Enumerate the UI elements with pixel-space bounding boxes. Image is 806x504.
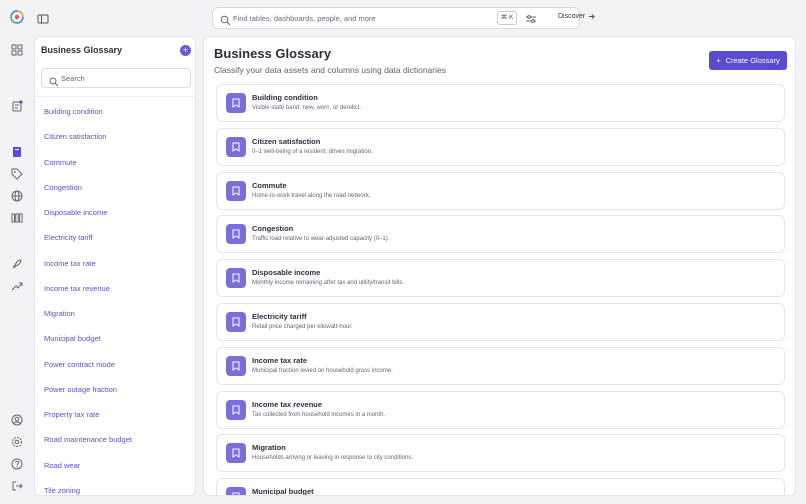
glossary-card[interactable]: Congestion Traffic load relative to wear…: [216, 215, 785, 254]
arrow-right-icon: [588, 13, 595, 20]
glossary-card[interactable]: Income tax revenue Tax collected from ho…: [216, 390, 785, 429]
glossary-card-name: Congestion: [252, 224, 294, 234]
glossary-book-icon: [226, 224, 246, 245]
glossary-list-item[interactable]: Citizen satisfaction: [35, 124, 195, 149]
glossary-search-input[interactable]: [61, 71, 181, 85]
user-circle-icon[interactable]: [11, 414, 23, 426]
glossary-card[interactable]: Disposable income Monthly income remaini…: [216, 259, 785, 298]
add-glossary-button[interactable]: +: [180, 45, 191, 56]
plus-icon: +: [716, 56, 721, 65]
glossary-card-list: Building condition Visible state band: n…: [216, 84, 785, 496]
glossary-list-item[interactable]: Income tax rate: [35, 251, 195, 276]
glossary-card-name: Citizen satisfaction: [252, 136, 321, 146]
plus-icon: +: [182, 45, 189, 55]
glossary-book-icon: [226, 93, 246, 113]
glossary-card-name: Migration: [252, 443, 286, 453]
glossary-card[interactable]: Electricity tariff Retail price charged …: [216, 302, 785, 341]
top-bar: ⌘ K Discover: [34, 0, 806, 36]
glossary-card[interactable]: Citizen satisfaction 0–1 well-being of a…: [216, 127, 785, 166]
glossary-card-description: Visible state band: new, worn, or dereli…: [252, 105, 361, 111]
glossary-list-item[interactable]: Migration: [35, 301, 195, 326]
glossary-list-item[interactable]: Commute: [35, 150, 195, 175]
sidebar-toggle-icon[interactable]: [37, 12, 49, 24]
glossary-card[interactable]: Building condition Visible state band: n…: [216, 84, 785, 122]
glossary-card-description: Traffic load relative to wear-adjusted c…: [252, 236, 390, 243]
glossary-card-description: 0–1 well-being of a resident; drives mig…: [252, 148, 373, 155]
glossary-card-description: Tax collected from household incomes in …: [252, 411, 386, 418]
columns-icon[interactable]: [11, 212, 23, 224]
glossary-list-item[interactable]: Municipal budget: [35, 326, 195, 351]
glossary-card-name: Municipal budget: [252, 487, 314, 496]
divider: [35, 96, 195, 97]
glossary-list-item[interactable]: Income tax revenue: [35, 276, 195, 301]
glossary-list-item[interactable]: Power contract mode: [35, 352, 195, 377]
glossary-list-item[interactable]: Property tax rate: [35, 402, 195, 427]
left-rail: [0, 0, 34, 504]
glossary-card-name: Building condition: [252, 93, 318, 102]
filter-sliders-icon[interactable]: [524, 12, 538, 24]
glossary-book-icon: [226, 268, 246, 289]
glossary-card-description: Municipal fraction levied on household g…: [252, 367, 393, 374]
discover-label: Discover: [558, 13, 586, 20]
page-title: Business Glossary: [214, 46, 332, 61]
glossary-card-name: Disposable income: [252, 268, 321, 278]
glossary-card[interactable]: Commute Home-to-work travel along the ro…: [216, 171, 785, 210]
glossary-card[interactable]: Municipal budget: [216, 478, 785, 496]
glossary-list-item[interactable]: Road wear: [35, 453, 195, 478]
glossary-list-item[interactable]: Congestion: [35, 175, 195, 200]
shortcut-badge: ⌘ K: [497, 11, 517, 25]
create-glossary-label: Create Glossary: [725, 56, 780, 65]
create-glossary-button[interactable]: + Create Glossary: [709, 51, 787, 70]
tag-icon[interactable]: [11, 168, 23, 180]
glossary-card-name: Commute: [252, 180, 287, 190]
glossary-book-icon: [226, 136, 246, 157]
globe-icon[interactable]: [11, 190, 23, 202]
page-subtitle: Classify your data assets and columns us…: [214, 65, 446, 75]
global-search-bar: ⌘ K: [212, 7, 580, 29]
glossary-list-item[interactable]: Electricity tariff: [35, 225, 195, 250]
help-icon[interactable]: [11, 458, 23, 470]
settings-gear-icon[interactable]: [11, 436, 23, 448]
glossary-card-name: Income tax revenue: [252, 399, 323, 409]
glossary-card-name: Electricity tariff: [252, 311, 307, 321]
glossary-book-icon: [226, 180, 246, 201]
discover-link[interactable]: Discover: [558, 13, 595, 20]
glossary-card-description: Monthly income remaining after tax and u…: [252, 280, 405, 287]
glossary-book-icon[interactable]: [11, 146, 23, 158]
glossary-book-icon: [226, 355, 246, 376]
trend-icon[interactable]: [11, 280, 23, 292]
search-icon: [49, 74, 59, 87]
glossary-search: [41, 68, 191, 88]
glossary-book-icon: [226, 311, 246, 332]
glossary-list-item[interactable]: Road maintenance budget: [35, 427, 195, 452]
glossary-card[interactable]: Migration Households arriving or leaving…: [216, 434, 785, 473]
glossary-card-description: Households arriving or leaving in respon…: [252, 455, 414, 462]
global-search-input[interactable]: [233, 10, 493, 26]
main-content: Business Glossary Classify your data ass…: [203, 36, 796, 496]
glossary-sidebar: Business Glossary + Building condition C…: [34, 36, 196, 496]
glossary-list-item[interactable]: Building condition: [35, 99, 195, 124]
glossary-list-item[interactable]: Tile zoning: [35, 478, 195, 495]
glossary-card-name: Income tax rate: [252, 355, 308, 365]
logout-icon[interactable]: [11, 480, 23, 492]
glossary-book-icon: [226, 487, 246, 495]
glossary-book-icon: [226, 443, 246, 464]
glossary-list-item[interactable]: Disposable income: [35, 200, 195, 225]
grid-icon[interactable]: [11, 44, 23, 56]
glossary-list-item[interactable]: Power outage fraction: [35, 377, 195, 402]
glossary-card-description: Home-to-work travel along the road netwo…: [252, 192, 371, 199]
glossary-sidebar-title: Business Glossary: [41, 45, 123, 55]
search-icon: [220, 13, 231, 26]
glossary-book-icon: [226, 399, 246, 420]
app-logo-icon[interactable]: [10, 10, 24, 24]
glossary-list: Building condition Citizen satisfaction …: [35, 99, 195, 495]
glossary-card-description: Retail price charged per kilowatt-hour.: [252, 323, 353, 330]
rocket-icon[interactable]: [11, 258, 23, 270]
glossary-card[interactable]: Income tax rate Municipal fraction levie…: [216, 346, 785, 385]
tasks-icon[interactable]: [11, 100, 23, 112]
